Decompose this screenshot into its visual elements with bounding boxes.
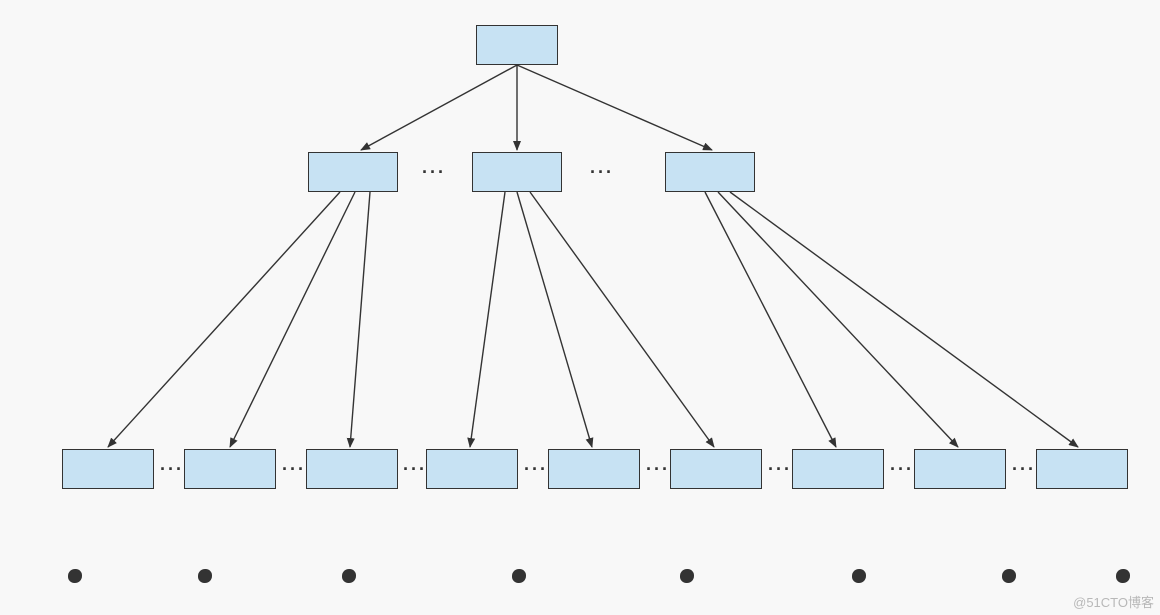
ellipsis-label: ··· — [768, 459, 792, 480]
tree-level1-node — [472, 152, 562, 192]
watermark-text: @51CTO博客 — [1073, 592, 1154, 611]
ellipsis-label: ··· — [403, 459, 427, 480]
tree-leaf-node — [792, 449, 884, 489]
tree-leaf-node — [184, 449, 276, 489]
ellipsis-label: ··· — [590, 162, 614, 183]
ellipsis-label: ··· — [422, 162, 446, 183]
ellipsis-label: ··· — [160, 459, 184, 480]
tree-leaf-node — [914, 449, 1006, 489]
continuation-dot — [680, 569, 694, 583]
continuation-dot — [198, 569, 212, 583]
tree-leaf-node — [306, 449, 398, 489]
ellipsis-label: ··· — [1012, 459, 1036, 480]
tree-root-node — [476, 25, 558, 65]
continuation-dot — [512, 569, 526, 583]
ellipsis-label: ··· — [646, 459, 670, 480]
tree-leaf-node — [548, 449, 640, 489]
continuation-dot — [342, 569, 356, 583]
tree-leaf-node — [670, 449, 762, 489]
ellipsis-label: ··· — [524, 459, 548, 480]
ellipsis-label: ··· — [890, 459, 914, 480]
ellipsis-label: ··· — [282, 459, 306, 480]
tree-leaf-node — [1036, 449, 1128, 489]
continuation-dot — [68, 569, 82, 583]
continuation-dot — [1116, 569, 1130, 583]
tree-level1-node — [308, 152, 398, 192]
tree-leaf-node — [62, 449, 154, 489]
tree-level1-node — [665, 152, 755, 192]
tree-edges — [0, 0, 1160, 615]
continuation-dot — [852, 569, 866, 583]
continuation-dot — [1002, 569, 1016, 583]
tree-leaf-node — [426, 449, 518, 489]
